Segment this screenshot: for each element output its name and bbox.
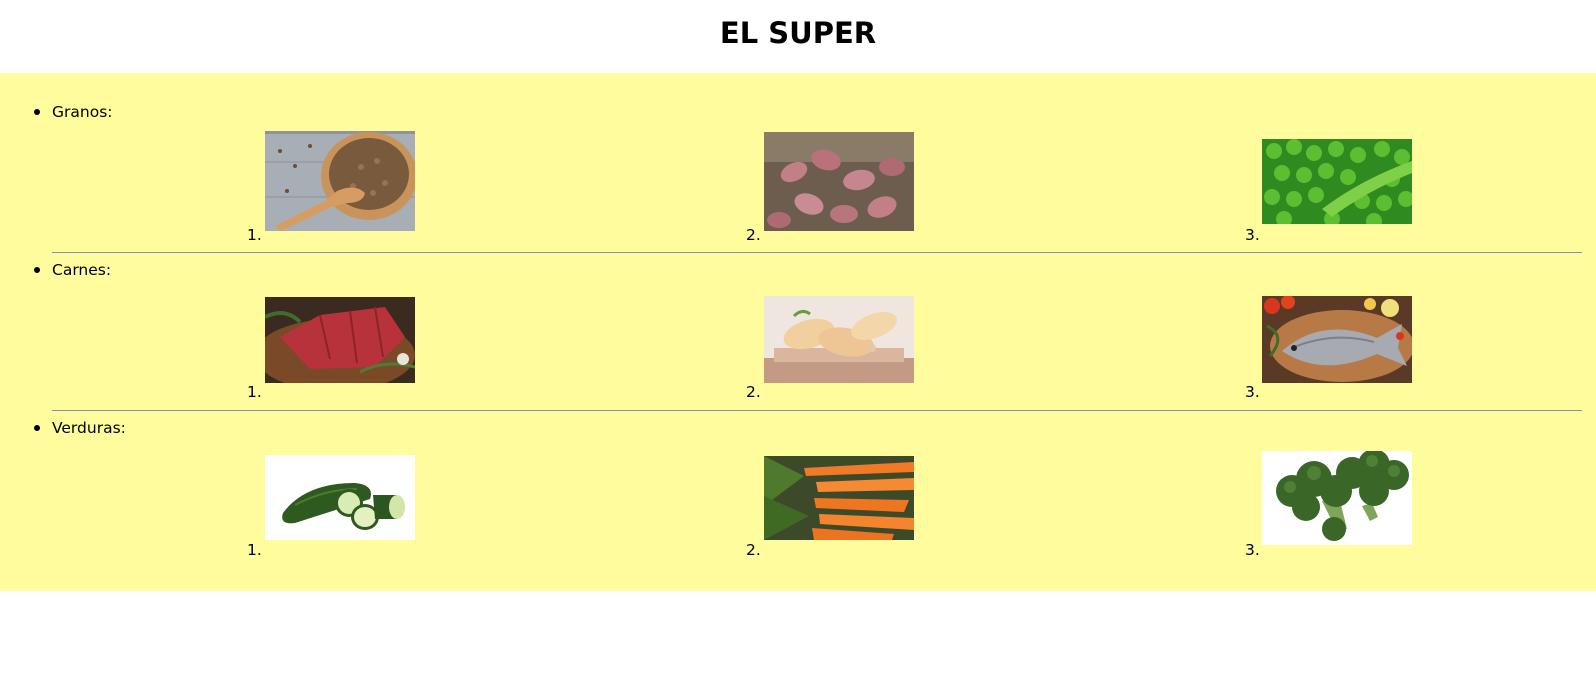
item-number: 2. <box>746 226 761 244</box>
category-label: Verduras: <box>52 419 126 437</box>
bullet-icon <box>34 109 40 115</box>
broccoli-image <box>1262 451 1412 545</box>
bullet-icon <box>34 425 40 431</box>
category-verduras: Verduras: <box>0 416 1596 440</box>
chicken-drumsticks-image <box>764 296 914 383</box>
item-number: 1. <box>247 541 262 559</box>
item-number: 3. <box>1245 541 1260 559</box>
bullet-icon <box>34 267 40 273</box>
item-number: 3. <box>1245 226 1260 244</box>
item-number: 3. <box>1245 383 1260 401</box>
item-number: 2. <box>746 383 761 401</box>
category-label: Carnes: <box>52 261 112 279</box>
item-number: 1. <box>247 383 262 401</box>
category-label: Granos: <box>52 103 113 121</box>
zucchini-image <box>265 455 415 540</box>
item-number: 1. <box>247 226 262 244</box>
raw-beef-image <box>265 297 415 383</box>
green-peas-image <box>1262 139 1412 224</box>
category-carnes: Carnes: <box>0 258 1596 282</box>
page-title: EL SUPER <box>719 16 877 50</box>
category-granos: Granos: <box>0 100 1596 124</box>
lentils-bowl-image <box>265 131 415 231</box>
carrots-image <box>764 456 914 540</box>
section-divider <box>52 252 1582 253</box>
fish-on-board-image <box>1262 296 1412 383</box>
section-divider <box>52 410 1582 411</box>
kidney-beans-image <box>764 132 914 231</box>
item-number: 2. <box>746 541 761 559</box>
